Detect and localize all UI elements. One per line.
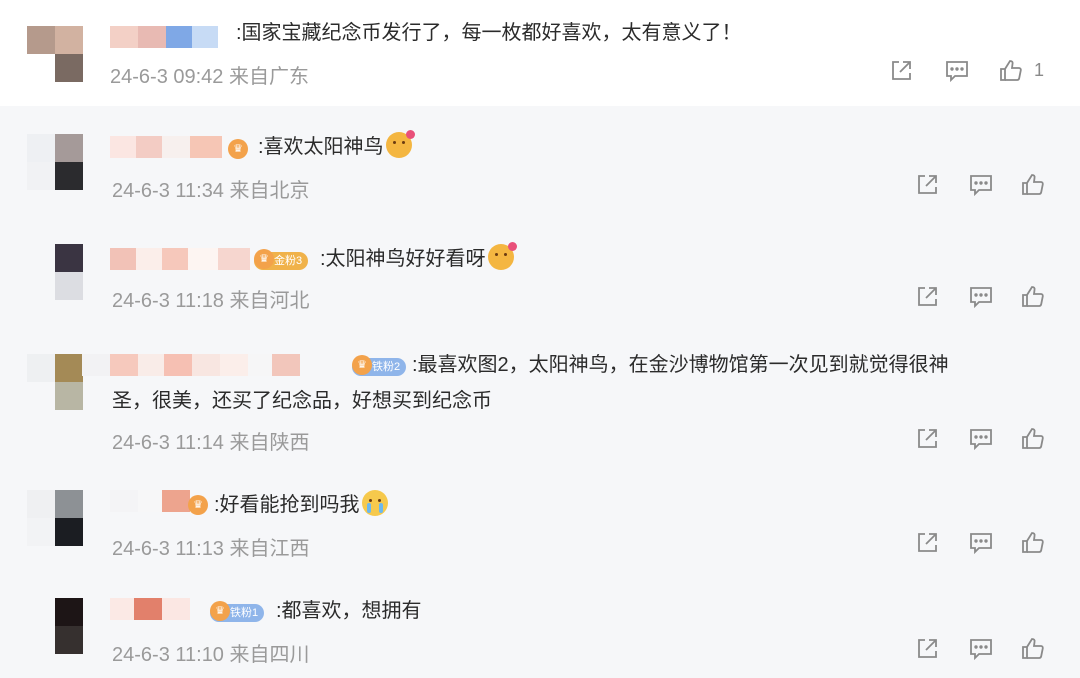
like-icon[interactable] <box>1020 530 1046 556</box>
comment-icon[interactable] <box>968 426 994 452</box>
comment-actions <box>914 426 1054 454</box>
comment-icon[interactable] <box>968 530 994 556</box>
avatar[interactable] <box>55 244 83 300</box>
comment-text: :太阳神鸟好好看呀 <box>320 242 517 276</box>
like-icon[interactable] <box>1020 426 1046 452</box>
comment-meta: 24-6-3 11:18 来自河北 <box>112 284 310 313</box>
comment-time: 24-6-3 11:10 <box>112 644 224 666</box>
comment-meta: 24-6-3 11:34 来自北京 <box>112 174 310 203</box>
comment-item-5: ♛ :好看能抢到吗我 24-6-3 11:13 来自江西 <box>0 468 1080 574</box>
comment-location: 来自四川 <box>229 644 310 666</box>
comment-actions <box>914 284 1054 312</box>
username-blurred[interactable] <box>110 490 190 512</box>
comment-text: :喜欢太阳神鸟 <box>258 130 415 164</box>
share-icon[interactable] <box>888 58 914 84</box>
comment-text-content: :太阳神鸟好好看呀 <box>320 248 486 270</box>
comment-item-4: ♛ 铁粉2 :最喜欢图2，太阳神鸟，在金沙博物馆第一次见到就觉得很神 圣，很美，还… <box>0 326 1080 468</box>
avatar[interactable] <box>27 354 83 410</box>
comment-icon[interactable] <box>968 284 994 310</box>
avatar[interactable] <box>27 490 83 546</box>
crown-icon: ♛ <box>352 355 372 375</box>
comment-item-1: :国家宝藏纪念币发行了，每一枚都好喜欢，太有意义了！ 24-6-3 09:42 … <box>0 0 1080 106</box>
avatar[interactable] <box>27 26 83 82</box>
comment-meta: 24-6-3 09:42 来自广东 <box>110 60 309 89</box>
username-blurred[interactable] <box>110 248 250 270</box>
comment-text-content: :喜欢太阳神鸟 <box>258 136 384 158</box>
comment-text-line-2: 圣，很美，还买了纪念品，好想买到纪念币 <box>112 390 492 412</box>
comment-location: 来自江西 <box>229 538 310 560</box>
share-icon[interactable] <box>914 530 940 556</box>
username-blurred[interactable] <box>110 26 218 48</box>
comment-icon[interactable] <box>968 172 994 198</box>
heart-eyes-emoji-icon <box>385 130 415 158</box>
comment-meta: 24-6-3 11:13 来自江西 <box>112 532 310 561</box>
username-blurred[interactable] <box>82 354 302 376</box>
fan-badge-label: 铁粉1 <box>230 607 259 619</box>
like-icon[interactable] <box>1020 284 1046 310</box>
like-count: 1 <box>1034 60 1045 80</box>
comment-time: 24-6-3 11:18 <box>112 290 224 312</box>
comment-text: :都喜欢，想拥有 <box>276 600 422 622</box>
like-icon[interactable] <box>1020 636 1046 662</box>
username-blurred[interactable] <box>110 598 190 620</box>
share-icon[interactable] <box>914 284 940 310</box>
fan-badge-label: 铁粉2 <box>372 361 401 373</box>
comment-icon[interactable] <box>944 58 970 84</box>
comment-meta: 24-6-3 11:14 来自陕西 <box>112 426 310 455</box>
love-emoji-icon <box>487 242 517 270</box>
comment-actions <box>914 636 1054 664</box>
comment-item-6: ♛ 铁粉1 :都喜欢，想拥有 24-6-3 11:10 来自四川 <box>0 574 1080 678</box>
fan-badge-label: 金粉3 <box>274 255 303 267</box>
comment-actions <box>914 530 1054 558</box>
crying-emoji-icon <box>361 490 388 516</box>
comment-text: :好看能抢到吗我 <box>214 488 388 522</box>
comment-time: 24-6-3 11:34 <box>112 180 224 202</box>
crown-icon: ♛ <box>254 249 274 269</box>
like-icon[interactable] <box>998 58 1024 84</box>
share-icon[interactable] <box>914 636 940 662</box>
comment-icon[interactable] <box>968 636 994 662</box>
comment-actions <box>914 172 1054 200</box>
comment-location: 来自北京 <box>229 180 310 202</box>
fan-badge-icon: ♛ <box>188 495 212 516</box>
avatar[interactable] <box>55 598 83 654</box>
comment-time: 24-6-3 11:13 <box>112 538 224 560</box>
avatar[interactable] <box>27 134 83 190</box>
fan-badge: ♛ 铁粉1 <box>210 601 265 622</box>
fan-badge: ♛ 金粉3 <box>254 249 309 270</box>
comment-text: :国家宝藏纪念币发行了，每一枚都好喜欢，太有意义了！ <box>236 22 742 44</box>
comment-location: 来自河北 <box>229 290 310 312</box>
comment-location: 来自陕西 <box>229 432 310 454</box>
comment-meta: 24-6-3 11:10 来自四川 <box>112 638 310 667</box>
comment-time: 24-6-3 09:42 <box>110 66 224 88</box>
like-icon[interactable] <box>1020 172 1046 198</box>
comment-time: 24-6-3 11:14 <box>112 432 224 454</box>
fan-badge: ♛ 铁粉2 <box>352 355 407 376</box>
comment-actions: 1 <box>888 58 1058 86</box>
comment-text-content: :好看能抢到吗我 <box>214 494 360 516</box>
comment-item-2: ♛ :喜欢太阳神鸟 24-6-3 11:34 来自北京 <box>0 106 1080 216</box>
crown-icon: ♛ <box>210 601 230 621</box>
share-icon[interactable] <box>914 172 940 198</box>
comment-location: 来自广东 <box>228 66 309 88</box>
comment-item-3: ♛ 金粉3 :太阳神鸟好好看呀 24-6-3 11:18 来自河北 <box>0 216 1080 326</box>
share-icon[interactable] <box>914 426 940 452</box>
comment-text-line-1: :最喜欢图2，太阳神鸟，在金沙博物馆第一次见到就觉得很神 <box>412 354 949 376</box>
username-blurred[interactable] <box>110 136 230 158</box>
fan-badge-icon: ♛ <box>228 139 254 160</box>
